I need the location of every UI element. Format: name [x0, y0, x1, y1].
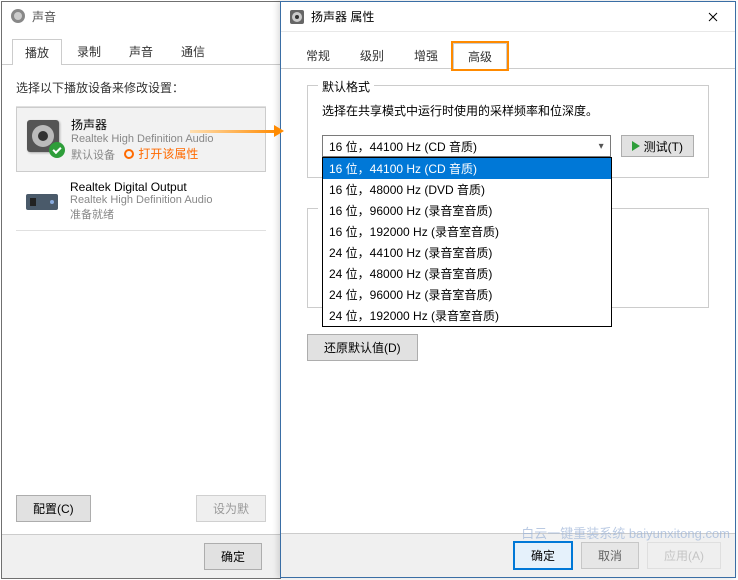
format-option[interactable]: 24 位，192000 Hz (录音室音质) — [323, 305, 611, 326]
test-button-label: 测试(T) — [644, 138, 683, 155]
annotation-arrow-icon — [190, 126, 282, 138]
format-row: 16 位，44100 Hz (CD 音质) ▾ 16 位，44100 Hz (C… — [322, 135, 694, 157]
tab-general[interactable]: 常规 — [291, 42, 345, 68]
speaker-icon — [10, 8, 26, 24]
format-option[interactable]: 24 位，48000 Hz (录音室音质) — [323, 263, 611, 284]
device-subtitle: Realtek High Definition Audio — [70, 194, 260, 206]
device-item-digital-output[interactable]: Realtek Digital Output Realtek High Defi… — [16, 172, 266, 231]
chevron-down-icon: ▾ — [599, 141, 604, 152]
tab-enhancements[interactable]: 增强 — [399, 42, 453, 68]
device-status: 默认设备 — [71, 150, 115, 162]
set-default-button: 设为默 — [196, 495, 266, 522]
format-description: 选择在共享模式中运行时使用的采样频率和位深度。 — [322, 102, 694, 119]
configure-button[interactable]: 配置(C) — [16, 495, 91, 522]
playback-instruction: 选择以下播放设备来修改设置： — [16, 79, 266, 96]
tab-levels[interactable]: 级别 — [345, 42, 399, 68]
format-option[interactable]: 24 位，44100 Hz (录音室音质) — [323, 242, 611, 263]
close-icon — [708, 12, 718, 22]
device-status: 准备就绪 — [70, 209, 114, 221]
tab-sounds[interactable]: 声音 — [116, 38, 166, 64]
annotation-open-properties: 打开该属性 — [124, 145, 198, 162]
watermark-text: 白云一键重装系统 baiyunxitong.com — [521, 523, 730, 542]
format-option[interactable]: 16 位，192000 Hz (录音室音质) — [323, 221, 611, 242]
test-button[interactable]: 测试(T) — [621, 135, 694, 157]
tab-playback[interactable]: 播放 — [12, 39, 62, 65]
sound-ok-button[interactable]: 确定 — [204, 543, 262, 570]
default-format-legend: 默认格式 — [318, 78, 374, 95]
format-option[interactable]: 16 位，44100 Hz (CD 音质) — [323, 158, 611, 179]
properties-title: 扬声器 属性 — [311, 8, 691, 25]
default-format-groupbox: 默认格式 选择在共享模式中运行时使用的采样频率和位深度。 16 位，44100 … — [307, 85, 709, 178]
format-selected-label: 16 位，44100 Hz (CD 音质) — [329, 138, 477, 155]
format-option[interactable]: 24 位，96000 Hz (录音室音质) — [323, 284, 611, 305]
sound-titlebar: 声音 — [2, 2, 280, 30]
device-name: Realtek Digital Output — [70, 180, 260, 194]
properties-cancel-button[interactable]: 取消 — [581, 542, 639, 569]
tab-advanced[interactable]: 高级 — [453, 43, 507, 69]
restore-defaults-button[interactable]: 还原默认值(D) — [307, 334, 418, 361]
play-icon — [632, 141, 640, 151]
sound-bottom-row: 配置(C) 设为默 — [2, 485, 280, 532]
properties-ok-button[interactable]: 确定 — [513, 541, 573, 570]
properties-tabs: 常规 级别 增强 高级 — [281, 32, 735, 69]
tab-recording[interactable]: 录制 — [64, 38, 114, 64]
format-combobox[interactable]: 16 位，44100 Hz (CD 音质) ▾ 16 位，44100 Hz (C… — [322, 135, 611, 157]
restore-row: 还原默认值(D) — [307, 334, 709, 361]
annotation-dot-icon — [124, 149, 134, 159]
device-info: 扬声器 Realtek High Definition Audio 默认设备 打… — [71, 116, 259, 163]
default-check-icon — [49, 142, 65, 158]
sound-window: 声音 播放 录制 声音 通信 选择以下播放设备来修改设置： 扬声器 Realte… — [1, 1, 281, 579]
sound-title: 声音 — [32, 8, 56, 25]
sound-footer: 确定 — [2, 534, 280, 578]
device-info: Realtek Digital Output Realtek High Defi… — [70, 180, 260, 222]
properties-body: 默认格式 选择在共享模式中运行时使用的采样频率和位深度。 16 位，44100 … — [281, 69, 735, 377]
device-item-speakers[interactable]: 扬声器 Realtek High Definition Audio 默认设备 打… — [16, 107, 266, 172]
device-list: 扬声器 Realtek High Definition Audio 默认设备 打… — [16, 106, 266, 231]
digital-output-icon — [22, 180, 62, 220]
close-button[interactable] — [691, 2, 735, 32]
format-option[interactable]: 16 位，48000 Hz (DVD 音质) — [323, 179, 611, 200]
properties-titlebar: 扬声器 属性 — [281, 2, 735, 32]
sound-tab-body: 选择以下播放设备来修改设置： 扬声器 Realtek High Definiti… — [2, 65, 280, 245]
format-selected[interactable]: 16 位，44100 Hz (CD 音质) ▾ — [322, 135, 611, 157]
sound-tabs: 播放 录制 声音 通信 — [2, 30, 280, 65]
speaker-properties-window: 扬声器 属性 常规 级别 增强 高级 默认格式 选择在共享模式中运行时使用的采样… — [280, 1, 736, 578]
format-option[interactable]: 16 位，96000 Hz (录音室音质) — [323, 200, 611, 221]
speaker-device-icon — [23, 116, 63, 156]
speaker-icon — [289, 9, 305, 25]
format-dropdown: 16 位，44100 Hz (CD 音质) 16 位，48000 Hz (DVD… — [322, 157, 612, 327]
tab-communications[interactable]: 通信 — [168, 38, 218, 64]
properties-apply-button: 应用(A) — [647, 542, 721, 569]
